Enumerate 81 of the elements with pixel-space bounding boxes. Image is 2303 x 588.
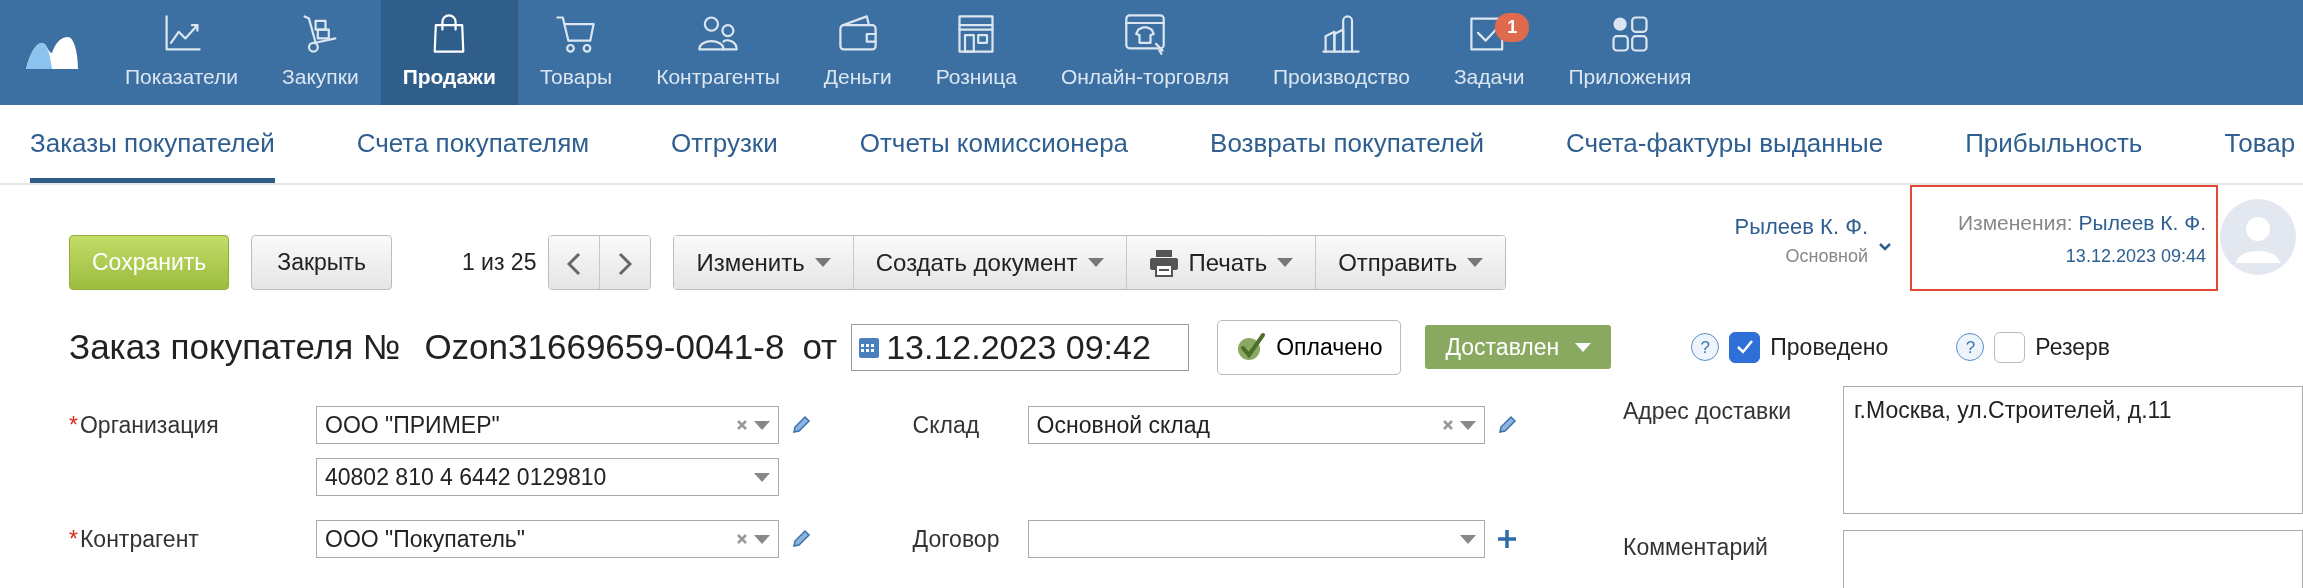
nav-tab[interactable]: Контрагенты <box>634 0 802 105</box>
caret-icon <box>754 472 770 482</box>
nav-tab[interactable]: Задачи 1 <box>1431 0 1547 105</box>
logo-icon <box>23 34 80 71</box>
next-button[interactable] <box>600 236 651 289</box>
nav-tab[interactable]: Приложения <box>1546 0 1714 105</box>
caret-icon <box>1459 420 1476 430</box>
nav-tab[interactable]: Розница <box>913 0 1039 105</box>
shirt-icon <box>1122 12 1167 57</box>
sub-tab[interactable]: Отчеты комиссионера <box>859 105 1129 183</box>
sub-tab[interactable]: Товар <box>2224 105 2296 183</box>
menu-button[interactable]: Отправить <box>1316 236 1506 289</box>
caret-icon <box>754 420 770 430</box>
help-icon[interactable]: ? <box>1691 333 1720 361</box>
caret-icon <box>754 534 770 544</box>
checkmark-icon <box>1236 332 1267 362</box>
document-number: Ozon31669659-0041-8 <box>424 325 785 368</box>
menu-button[interactable]: Создать документ <box>853 236 1127 289</box>
previous-button[interactable] <box>549 236 601 289</box>
field-label: Склад <box>912 410 980 440</box>
text-area[interactable]: г.Москва, ул.Строителей, д.11 <box>1843 386 2303 514</box>
nav-tab[interactable]: Деньги <box>801 0 914 105</box>
pencil-icon <box>791 529 811 549</box>
check-icon <box>1735 339 1754 355</box>
notification-badge: 1 <box>1495 13 1530 42</box>
sub-tab[interactable]: Счета-фактуры выданные <box>1566 105 1884 183</box>
chevron-left-icon <box>567 252 582 277</box>
nav-tab[interactable]: Закупки <box>260 0 381 105</box>
field-label: Договор <box>912 524 1000 554</box>
field-label: Комментарий <box>1623 534 1768 560</box>
checkbox-row[interactable]: Резерв <box>1994 329 2111 365</box>
field-label: Адрес доставки <box>1623 398 1792 424</box>
chevron-down-icon <box>1878 242 1892 252</box>
sub-tab[interactable]: Отгрузки <box>671 105 778 183</box>
date-field[interactable]: 13.12.2023 09:42 <box>851 323 1190 371</box>
nav-tab[interactable]: Товары <box>517 0 635 105</box>
chevron-right-icon <box>618 252 633 277</box>
caret-icon <box>1459 534 1476 544</box>
select-field[interactable]: ООО "ПРИМЕР" <box>316 406 779 444</box>
caret-icon <box>1087 258 1104 267</box>
author-link[interactable]: Рылеев К. Ф. <box>2078 207 2206 239</box>
nav-tab[interactable]: Продажи <box>380 0 518 105</box>
avatar-icon <box>2218 197 2298 277</box>
checkbox[interactable] <box>1994 331 2026 363</box>
caret-icon <box>1575 342 1592 352</box>
select-field[interactable]: ООО "Покупатель" <box>316 520 779 558</box>
select-field[interactable]: 40802 810 4 6442 0129810 <box>316 458 779 496</box>
printer-icon <box>1148 248 1179 277</box>
changed-time: 13.12.2023 09:44 <box>2065 244 2206 268</box>
checkbox-row[interactable]: Проведено <box>1729 329 1889 365</box>
required-mark: * <box>69 524 78 554</box>
pager-text: 1 из 25 <box>461 248 537 278</box>
help-icon[interactable]: ? <box>1956 333 1985 361</box>
sub-tab[interactable]: Возвраты покупателей <box>1210 105 1484 183</box>
user-menu[interactable]: Рылеев К. Ф. Основной <box>1734 210 1892 270</box>
required-mark: * <box>69 410 78 440</box>
caret-icon <box>814 258 831 267</box>
document-title: Заказ покупателя № <box>69 325 401 368</box>
sub-tab[interactable]: Счета покупателям <box>356 105 590 183</box>
calendar-icon <box>858 335 881 359</box>
caret-icon <box>1467 258 1484 267</box>
pencil-icon <box>1496 415 1517 435</box>
caret-icon <box>1277 258 1294 267</box>
close-button[interactable]: Закрыть <box>251 235 392 290</box>
pencil-icon <box>791 415 811 435</box>
checkbox[interactable] <box>1729 331 1761 363</box>
date-label: от <box>802 325 838 368</box>
select-field[interactable]: Основной склад <box>1027 406 1485 444</box>
sub-tab[interactable]: Прибыльность <box>1965 105 2143 183</box>
sub-tab[interactable]: Заказы покупателей <box>30 105 275 183</box>
nav-tab[interactable]: Показатели <box>103 0 261 105</box>
field-label: Контрагент <box>79 524 199 554</box>
menu-button[interactable]: Изменить <box>674 236 854 289</box>
menu-button[interactable]: Печать <box>1126 236 1317 289</box>
changes-label: Изменения: <box>1957 210 2073 236</box>
select-field[interactable] <box>1027 520 1485 558</box>
nav-tab[interactable]: Онлайн-торговля <box>1038 0 1251 105</box>
paid-button[interactable]: Оплачено <box>1217 319 1402 375</box>
plus-icon <box>1496 529 1517 549</box>
field-label: Организация <box>79 410 219 440</box>
nav-tab[interactable]: Производство <box>1251 0 1432 105</box>
